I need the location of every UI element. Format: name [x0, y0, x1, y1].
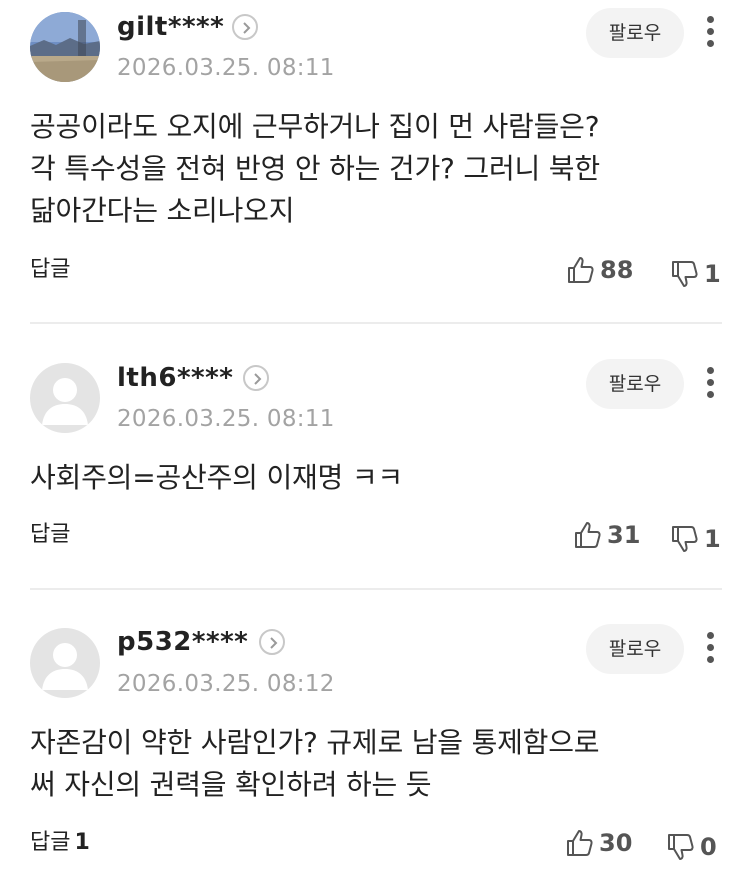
- dislike-button[interactable]: 0: [666, 831, 717, 863]
- divider: [30, 322, 722, 324]
- thumbs-up-icon: [567, 830, 593, 856]
- reply-label: 답글: [30, 830, 71, 855]
- like-button[interactable]: 88: [566, 254, 633, 286]
- dislike-button[interactable]: 1: [670, 523, 721, 555]
- like-count: 88: [600, 256, 634, 284]
- follow-button[interactable]: 팔로우: [586, 624, 684, 674]
- dislike-count: 0: [700, 833, 717, 861]
- reply-button[interactable]: 답글: [30, 521, 74, 549]
- reply-label: 답글: [30, 257, 71, 282]
- avatar[interactable]: [30, 363, 100, 433]
- more-options-icon[interactable]: [697, 628, 725, 668]
- follow-button[interactable]: 팔로우: [586, 8, 684, 58]
- timestamp: 2026.03.25. 08:11: [117, 406, 335, 432]
- like-button[interactable]: 31: [573, 519, 640, 551]
- thumbs-up-icon: [575, 522, 601, 548]
- like-count: 31: [607, 521, 641, 549]
- reply-count: 1: [74, 830, 90, 855]
- comment-text: 자존감이 약한 사람인가? 규제로 남을 통제함으로 써 자신의 권력을 확인하…: [30, 726, 600, 801]
- reply-button[interactable]: 답글: [30, 256, 74, 284]
- dislike-count: 1: [704, 260, 721, 288]
- dislike-button[interactable]: 1: [670, 258, 721, 290]
- profile-arrow-icon[interactable]: [259, 629, 285, 655]
- comment-item: lth6**** 2026.03.25. 08:11 팔로우 사회주의=공산주의…: [0, 325, 750, 590]
- like-count: 30: [599, 829, 633, 857]
- comment-item: p532**** 2026.03.25. 08:12 팔로우 자존감이 약한 사…: [0, 590, 750, 888]
- dislike-count: 1: [704, 525, 721, 553]
- default-user-icon: [30, 628, 100, 698]
- username[interactable]: lth6****: [117, 363, 233, 393]
- comment-item: gilt**** 2026.03.25. 08:11 팔로우 공공이라도 오지에…: [0, 0, 750, 325]
- landscape-avatar-image: [30, 12, 100, 82]
- thumbs-up-icon: [568, 257, 594, 283]
- profile-arrow-icon[interactable]: [243, 365, 269, 391]
- reply-label: 답글: [30, 522, 71, 547]
- more-options-icon[interactable]: [697, 12, 725, 52]
- profile-arrow-icon[interactable]: [232, 14, 258, 40]
- timestamp: 2026.03.25. 08:12: [117, 671, 335, 697]
- thumbs-down-icon: [668, 834, 694, 860]
- avatar[interactable]: [30, 12, 100, 82]
- comment-text: 공공이라도 오지에 근무하거나 집이 먼 사람들은? 각 특수성을 전혀 반영 …: [30, 110, 600, 227]
- avatar[interactable]: [30, 628, 100, 698]
- like-button[interactable]: 30: [565, 827, 632, 859]
- follow-button[interactable]: 팔로우: [586, 359, 684, 409]
- timestamp: 2026.03.25. 08:11: [117, 55, 335, 81]
- thumbs-down-icon: [672, 526, 698, 552]
- more-options-icon[interactable]: [697, 363, 725, 403]
- reply-button[interactable]: 답글 1: [30, 829, 90, 857]
- comment-text: 사회주의=공산주의 이재명 ㅋㅋ: [30, 461, 403, 494]
- default-user-icon: [30, 363, 100, 433]
- username[interactable]: p532****: [117, 627, 248, 657]
- username[interactable]: gilt****: [117, 12, 224, 42]
- thumbs-down-icon: [672, 261, 698, 287]
